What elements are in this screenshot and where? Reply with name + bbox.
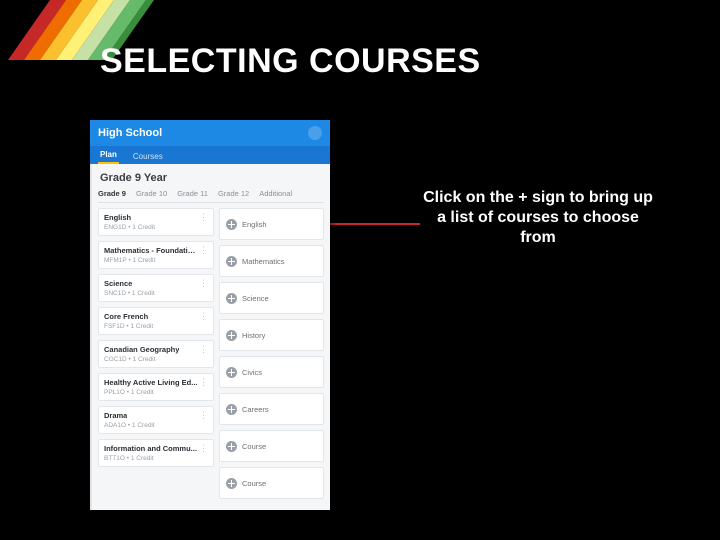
app-body: Grade 9 Year Grade 9 Grade 10 Grade 11 G… [90,164,330,510]
add-course-slot[interactable]: Science [219,282,324,314]
nav-tab-plan[interactable]: Plan [98,147,119,164]
app-nav: Plan Courses [90,146,330,164]
slide-title: SELECTING COURSES [100,42,481,81]
year-tabs: Grade 9 Grade 10 Grade 11 Grade 12 Addit… [98,188,324,203]
course-meta: ENG1D • 1 Credit [104,224,208,231]
slot-label: English [242,220,267,229]
plus-icon[interactable] [226,441,237,452]
course-name: Information and Commu... [104,444,197,453]
course-name: Mathematics - Foundations [104,246,199,255]
year-tab-11[interactable]: Grade 11 [177,188,208,199]
add-course-slot[interactable]: Course [219,467,324,499]
slot-label: Mathematics [242,257,285,266]
course-meta: ADA1O • 1 Credit [104,422,208,429]
course-name: Science [104,279,132,288]
plus-icon[interactable] [226,293,237,304]
app-header: High School [90,120,330,146]
course-card[interactable]: English ⋮ ENG1D • 1 Credit [98,208,214,236]
slot-label: Course [242,479,266,488]
course-meta: SNC1D • 1 Credit [104,290,208,297]
course-card[interactable]: Science ⋮ SNC1D • 1 Credit [98,274,214,302]
add-course-slot[interactable]: Mathematics [219,245,324,277]
kebab-icon[interactable]: ⋮ [199,246,208,255]
kebab-icon[interactable]: ⋮ [199,345,208,354]
course-meta: PPL1O • 1 Credit [104,389,208,396]
callout-text: Click on the + sign to bring up a list o… [418,188,658,248]
year-title: Grade 9 Year [100,172,324,184]
course-card[interactable]: Core French ⋮ FSF1D • 1 Credit [98,307,214,335]
slot-label: Course [242,442,266,451]
course-name: Core French [104,312,148,321]
year-tab-12[interactable]: Grade 12 [218,188,249,199]
add-course-slot[interactable]: Civics [219,356,324,388]
course-name: English [104,213,131,222]
app-panel: High School Plan Courses Grade 9 Year Gr… [90,120,330,510]
plus-icon[interactable] [226,219,237,230]
add-course-slot[interactable]: History [219,319,324,351]
add-course-slot[interactable]: Careers [219,393,324,425]
plus-icon[interactable] [226,404,237,415]
year-tab-additional[interactable]: Additional [259,188,292,199]
app-title: High School [98,127,162,139]
planned-column: English ⋮ ENG1D • 1 Credit Mathematics - Fo… [98,208,214,499]
slot-label: History [242,331,265,340]
plus-icon[interactable] [226,367,237,378]
kebab-icon[interactable]: ⋮ [199,444,208,453]
course-name: Canadian Geography [104,345,179,354]
year-tab-10[interactable]: Grade 10 [136,188,167,199]
slot-label: Careers [242,405,269,414]
add-course-slot[interactable]: English [219,208,324,240]
course-meta: FSF1D • 1 Credit [104,323,208,330]
kebab-icon[interactable]: ⋮ [199,312,208,321]
slot-label: Science [242,294,269,303]
avatar[interactable] [308,126,322,140]
plus-icon[interactable] [226,330,237,341]
slide: SELECTING COURSES Click on the + sign to… [0,0,720,540]
slot-label: Civics [242,368,262,377]
kebab-icon[interactable]: ⋮ [199,213,208,222]
kebab-icon[interactable]: ⋮ [199,279,208,288]
course-card[interactable]: Mathematics - Foundations⋮ MFM1P • 1 Cred… [98,241,214,269]
course-meta: CGC1D • 1 Credit [104,356,208,363]
course-card[interactable]: Information and Commu...⋮ BTT1O • 1 Credi… [98,439,214,467]
empty-slots-column: English Mathematics Science History Civics Ca… [219,208,324,499]
course-card[interactable]: Drama ⋮ ADA1O • 1 Credit [98,406,214,434]
course-name: Healthy Active Living Ed... [104,378,198,387]
course-meta: MFM1P • 1 Credit [104,257,208,264]
course-name: Drama [104,411,127,420]
add-course-slot[interactable]: Course [219,430,324,462]
kebab-icon[interactable]: ⋮ [199,378,208,387]
course-meta: BTT1O • 1 Credit [104,455,208,462]
plus-icon[interactable] [226,256,237,267]
course-card[interactable]: Healthy Active Living Ed...⋮ PPL1O • 1 Cr… [98,373,214,401]
nav-tab-courses[interactable]: Courses [131,149,165,164]
kebab-icon[interactable]: ⋮ [199,411,208,420]
course-card[interactable]: Canadian Geography ⋮ CGC1D • 1 Credit [98,340,214,368]
plus-icon[interactable] [226,478,237,489]
year-tab-9[interactable]: Grade 9 [98,188,126,199]
